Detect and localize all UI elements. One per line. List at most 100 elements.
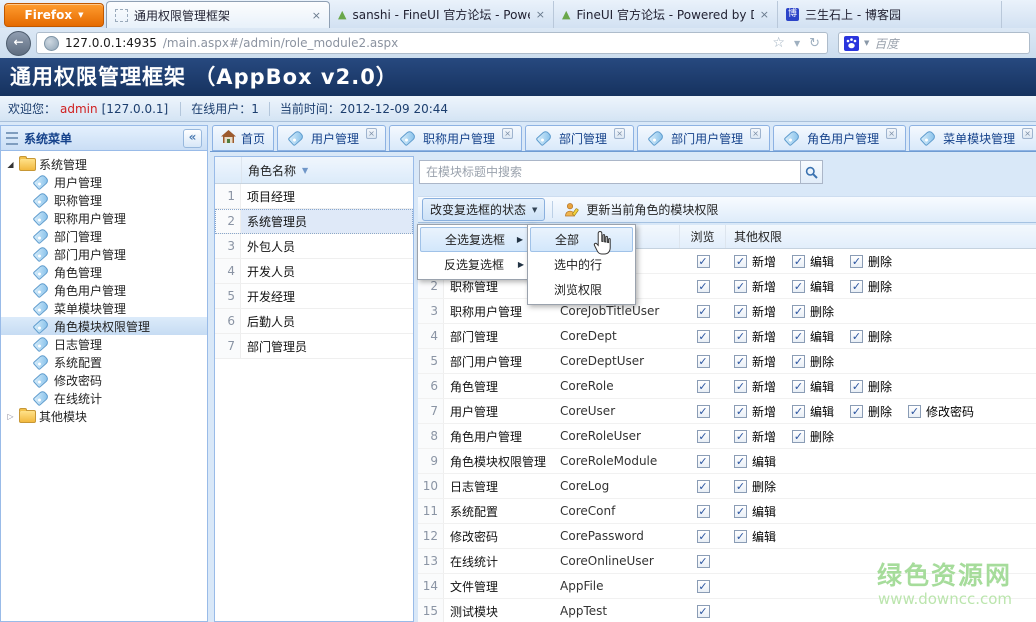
module-tab[interactable]: 职称用户管理× bbox=[389, 125, 522, 151]
role-row[interactable]: 4开发人员 bbox=[215, 259, 413, 284]
browser-tab[interactable]: 通用权限管理框架× bbox=[106, 1, 330, 28]
module-row[interactable]: 6角色管理CoreRole✓✓新增✓编辑✓删除 bbox=[418, 374, 1036, 399]
role-row[interactable]: 7部门管理员 bbox=[215, 334, 413, 359]
browser-tab[interactable]: 博三生石上 - 博客园 bbox=[778, 1, 1002, 28]
module-row[interactable]: 4部门管理CoreDept✓✓新增✓编辑✓删除 bbox=[418, 324, 1036, 349]
sidebar-item[interactable]: 角色模块权限管理 bbox=[1, 317, 207, 335]
checkbox-checked[interactable]: ✓ bbox=[697, 555, 710, 568]
sidebar-item[interactable]: 系统配置 bbox=[1, 353, 207, 371]
browser-search-box[interactable]: ▼ 百度 bbox=[838, 32, 1030, 54]
sidebar-item[interactable]: 用户管理 bbox=[1, 173, 207, 191]
submenu-item[interactable]: 浏览权限 bbox=[530, 277, 633, 302]
checkbox-checked[interactable]: ✓ bbox=[850, 255, 863, 268]
checkbox-checked[interactable]: ✓ bbox=[697, 480, 710, 493]
checkbox-checked[interactable]: ✓ bbox=[734, 380, 747, 393]
module-search-input[interactable] bbox=[419, 160, 823, 184]
checkbox-checked[interactable]: ✓ bbox=[792, 330, 805, 343]
checkbox-checked[interactable]: ✓ bbox=[697, 305, 710, 318]
checkbox-checked[interactable]: ✓ bbox=[734, 280, 747, 293]
sidebar-item[interactable]: 菜单模块管理 bbox=[1, 299, 207, 317]
module-row[interactable]: 10日志管理CoreLog✓✓删除 bbox=[418, 474, 1036, 499]
checkbox-checked[interactable]: ✓ bbox=[792, 405, 805, 418]
checkbox-checked[interactable]: ✓ bbox=[734, 430, 747, 443]
tab-close-icon[interactable]: × bbox=[366, 128, 377, 139]
checkbox-checked[interactable]: ✓ bbox=[734, 405, 747, 418]
browser-tab[interactable]: ▲FineUI 官方论坛 - Powered by Disc...× bbox=[554, 1, 778, 28]
checkbox-checked[interactable]: ✓ bbox=[908, 405, 921, 418]
checkbox-checked[interactable]: ✓ bbox=[734, 255, 747, 268]
checkbox-checked[interactable]: ✓ bbox=[792, 280, 805, 293]
reload-icon[interactable]: ↻ bbox=[809, 36, 820, 51]
checkbox-checked[interactable]: ✓ bbox=[792, 255, 805, 268]
address-bar[interactable]: 127.0.0.1:4935 /main.aspx#/admin/role_mo… bbox=[36, 32, 828, 54]
browser-tab[interactable]: ▲sanshi - FineUI 官方论坛 - Powere...× bbox=[330, 1, 554, 28]
sidebar-item[interactable]: 角色管理 bbox=[1, 263, 207, 281]
update-role-permissions-button[interactable]: 更新当前角色的模块权限 bbox=[560, 199, 722, 220]
change-checkbox-state-button[interactable]: 改变复选框的状态 ▼ bbox=[422, 198, 545, 221]
checkbox-checked[interactable]: ✓ bbox=[850, 405, 863, 418]
module-row[interactable]: 12修改密码CorePassword✓✓编辑 bbox=[418, 524, 1036, 549]
sidebar-item[interactable]: 修改密码 bbox=[1, 371, 207, 389]
tab-close-icon[interactable]: × bbox=[312, 9, 321, 22]
firefox-menu-button[interactable]: Firefox ▼ bbox=[4, 3, 104, 27]
checkbox-checked[interactable]: ✓ bbox=[734, 355, 747, 368]
tree-caret-icon[interactable]: ◢ bbox=[5, 160, 16, 169]
module-tab[interactable]: 首页 bbox=[212, 125, 274, 151]
sort-dropdown-icon[interactable]: ▼ bbox=[302, 166, 308, 175]
collapse-sidebar-button[interactable]: « bbox=[183, 129, 202, 148]
tab-close-icon[interactable]: × bbox=[886, 128, 897, 139]
module-row[interactable]: 3职称用户管理CoreJobTitleUser✓✓新增✓删除 bbox=[418, 299, 1036, 324]
sidebar-item[interactable]: 部门用户管理 bbox=[1, 245, 207, 263]
checkbox-checked[interactable]: ✓ bbox=[697, 530, 710, 543]
checkbox-checked[interactable]: ✓ bbox=[792, 430, 805, 443]
module-tab[interactable]: 用户管理× bbox=[277, 125, 386, 151]
sidebar-item[interactable]: 日志管理 bbox=[1, 335, 207, 353]
checkbox-checked[interactable]: ✓ bbox=[697, 505, 710, 518]
sidebar-item[interactable]: 部门管理 bbox=[1, 227, 207, 245]
checkbox-checked[interactable]: ✓ bbox=[792, 380, 805, 393]
checkbox-checked[interactable]: ✓ bbox=[697, 430, 710, 443]
tab-close-icon[interactable]: × bbox=[1022, 128, 1033, 139]
checkbox-checked[interactable]: ✓ bbox=[697, 255, 710, 268]
sidebar-item[interactable]: ▷其他模块 bbox=[1, 407, 207, 425]
checkbox-checked[interactable]: ✓ bbox=[697, 355, 710, 368]
sidebar-item[interactable]: 职称用户管理 bbox=[1, 209, 207, 227]
tab-close-icon[interactable]: × bbox=[760, 8, 769, 21]
submenu-item[interactable]: 全部 bbox=[530, 227, 633, 252]
module-tab[interactable]: 角色用户管理× bbox=[773, 125, 906, 151]
sidebar-item[interactable]: ◢系统管理 bbox=[1, 155, 207, 173]
module-row[interactable]: 5部门用户管理CoreDeptUser✓✓新增✓删除 bbox=[418, 349, 1036, 374]
tab-close-icon[interactable]: × bbox=[750, 128, 761, 139]
module-row[interactable]: 8角色用户管理CoreRoleUser✓✓新增✓删除 bbox=[418, 424, 1036, 449]
module-tab[interactable]: 菜单模块管理× bbox=[909, 125, 1036, 151]
search-button[interactable] bbox=[800, 161, 822, 183]
menu-item[interactable]: 反选复选框▶ bbox=[420, 252, 530, 277]
back-button[interactable]: ← bbox=[6, 31, 31, 56]
checkbox-checked[interactable]: ✓ bbox=[697, 455, 710, 468]
checkbox-checked[interactable]: ✓ bbox=[734, 455, 747, 468]
sidebar-item[interactable]: 职称管理 bbox=[1, 191, 207, 209]
module-row[interactable]: 11系统配置CoreConf✓✓编辑 bbox=[418, 499, 1036, 524]
role-row[interactable]: 5开发经理 bbox=[215, 284, 413, 309]
role-row[interactable]: 3外包人员 bbox=[215, 234, 413, 259]
checkbox-checked[interactable]: ✓ bbox=[792, 355, 805, 368]
sidebar-item[interactable]: 在线统计 bbox=[1, 389, 207, 407]
checkbox-checked[interactable]: ✓ bbox=[734, 530, 747, 543]
tree-caret-icon[interactable]: ▷ bbox=[5, 412, 16, 421]
module-tab[interactable]: 部门管理× bbox=[525, 125, 634, 151]
sidebar-item[interactable]: 角色用户管理 bbox=[1, 281, 207, 299]
checkbox-checked[interactable]: ✓ bbox=[734, 305, 747, 318]
checkbox-checked[interactable]: ✓ bbox=[697, 280, 710, 293]
tab-close-icon[interactable]: × bbox=[536, 8, 545, 21]
checkbox-checked[interactable]: ✓ bbox=[734, 505, 747, 518]
checkbox-checked[interactable]: ✓ bbox=[850, 280, 863, 293]
tab-close-icon[interactable]: × bbox=[502, 128, 513, 139]
module-row[interactable]: 9角色模块权限管理CoreRoleModule✓✓编辑 bbox=[418, 449, 1036, 474]
submenu-item[interactable]: 选中的行 bbox=[530, 252, 633, 277]
checkbox-checked[interactable]: ✓ bbox=[697, 605, 710, 618]
baidu-engine-icon[interactable] bbox=[844, 36, 859, 51]
checkbox-checked[interactable]: ✓ bbox=[850, 380, 863, 393]
checkbox-checked[interactable]: ✓ bbox=[697, 580, 710, 593]
module-row[interactable]: 7用户管理CoreUser✓✓新增✓编辑✓删除✓修改密码 bbox=[418, 399, 1036, 424]
menu-item[interactable]: 全选复选框▶ bbox=[420, 227, 530, 252]
